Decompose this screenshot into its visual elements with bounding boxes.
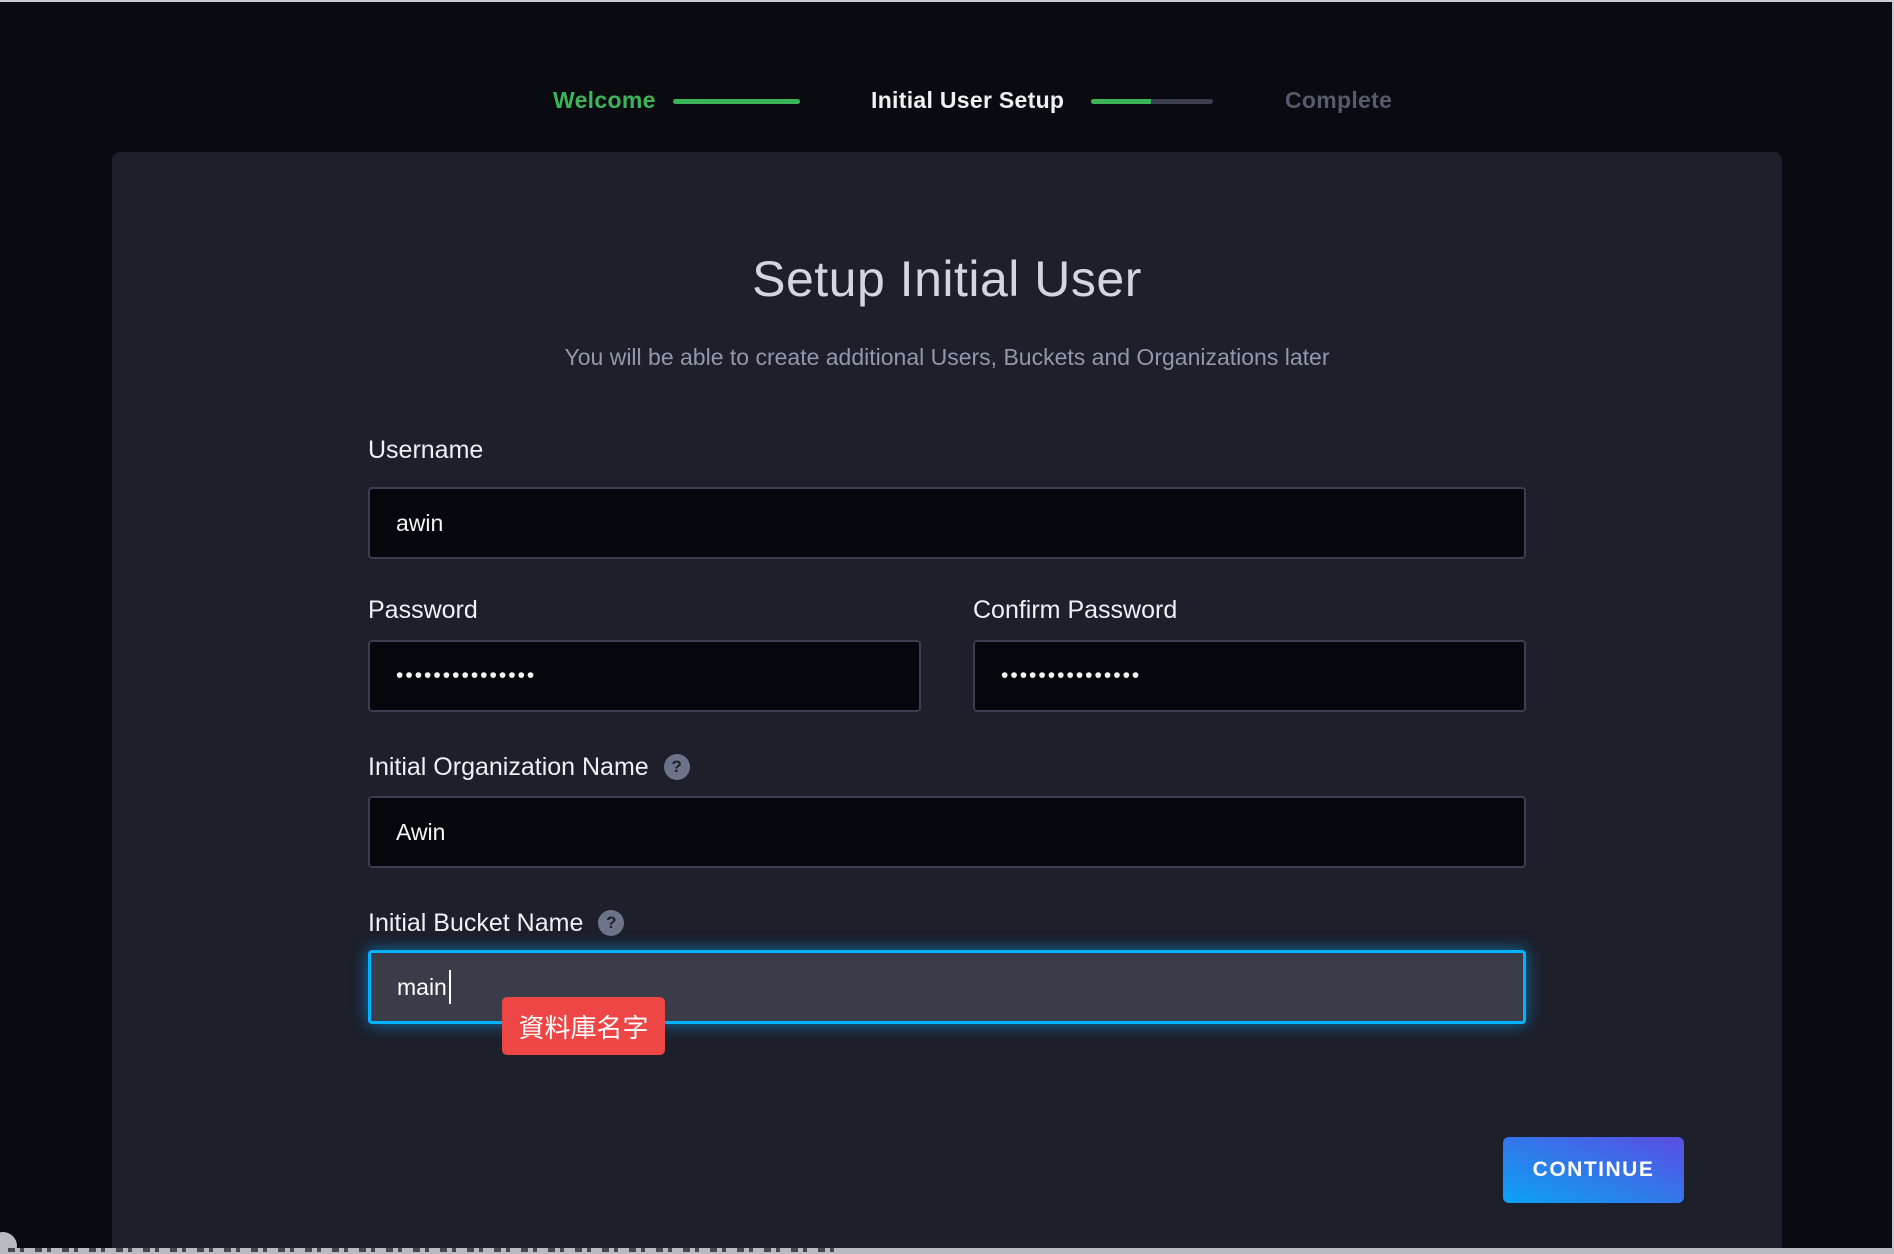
bucket-ime-tooltip: 資料庫名字 xyxy=(502,997,665,1055)
organization-label-row: Initial Organization Name ? xyxy=(368,752,1526,782)
password-input[interactable] xyxy=(368,640,921,712)
password-row: Password Confirm Password xyxy=(368,595,1526,712)
password-field-group: Password xyxy=(368,595,921,712)
question-mark-icon[interactable]: ? xyxy=(598,910,624,936)
browser-frame-top-edge xyxy=(0,0,1894,2)
bucket-label-row: Initial Bucket Name ? xyxy=(368,908,1526,938)
setup-panel: Setup Initial User You will be able to c… xyxy=(112,152,1782,1254)
username-label: Username xyxy=(368,435,1526,465)
page-subtitle: You will be able to create additional Us… xyxy=(112,344,1782,371)
browser-frame-bottom-edge xyxy=(0,1248,1894,1254)
password-label: Password xyxy=(368,595,921,625)
setup-wizard-screen: Welcome Initial User Setup Complete Setu… xyxy=(0,0,1894,1254)
text-cursor xyxy=(449,970,451,1004)
organization-input[interactable] xyxy=(368,796,1526,868)
continue-button[interactable]: CONTINUE xyxy=(1503,1137,1684,1203)
question-mark-icon[interactable]: ? xyxy=(664,754,690,780)
username-input[interactable] xyxy=(368,487,1526,559)
organization-field-group: Initial Organization Name ? xyxy=(368,752,1526,868)
username-field-group: Username xyxy=(368,435,1526,559)
confirm-password-label: Confirm Password xyxy=(973,595,1526,625)
step-setup-progress-line xyxy=(1091,99,1213,104)
step-complete: Complete xyxy=(1285,87,1392,114)
bucket-label: Initial Bucket Name xyxy=(368,909,583,938)
step-initial-user-setup[interactable]: Initial User Setup xyxy=(871,87,1064,114)
bucket-input-value: main xyxy=(397,974,447,1001)
bucket-field-group: Initial Bucket Name ? main 資料庫名字 xyxy=(368,908,1526,1024)
bucket-input[interactable]: main 資料庫名字 xyxy=(368,950,1526,1024)
organization-label: Initial Organization Name xyxy=(368,753,649,782)
confirm-password-field-group: Confirm Password xyxy=(973,595,1526,712)
cutoff-text-artifact xyxy=(8,1248,838,1252)
page-title: Setup Initial User xyxy=(112,250,1782,308)
step-welcome[interactable]: Welcome xyxy=(553,87,656,114)
confirm-password-input[interactable] xyxy=(973,640,1526,712)
step-welcome-progress-line xyxy=(673,99,800,104)
